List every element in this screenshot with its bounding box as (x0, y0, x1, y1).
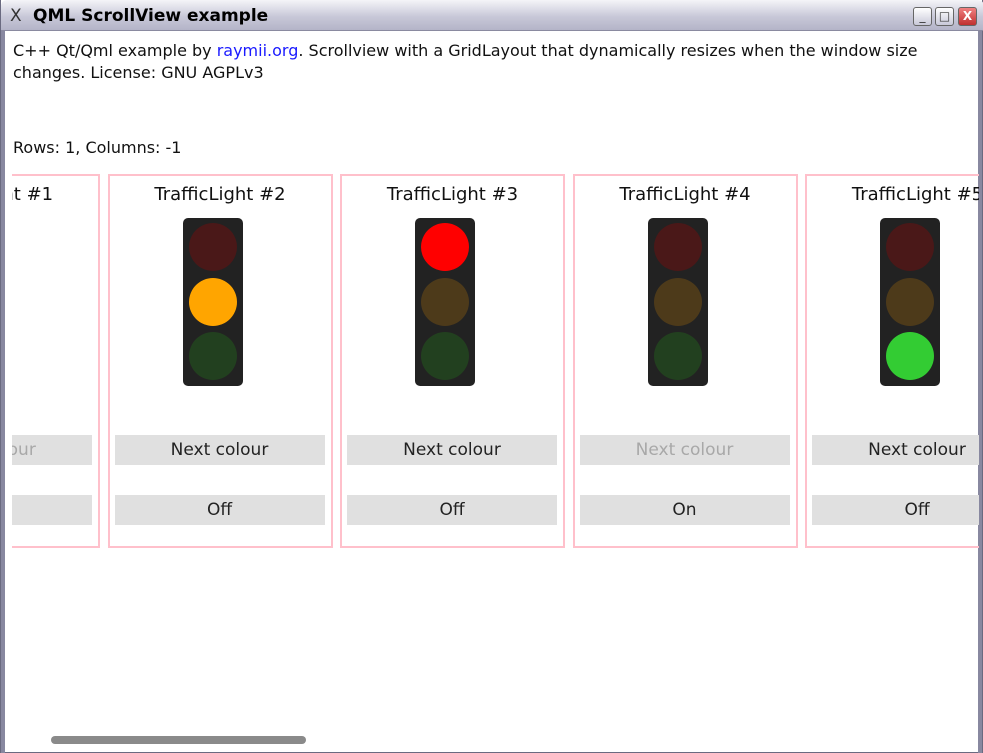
green-lamp (421, 332, 469, 380)
next-colour-button[interactable]: Next colour (114, 435, 325, 465)
traffic-light-housing (182, 218, 243, 386)
traffic-light-card: TrafficLight #4 Next colour On (572, 174, 798, 548)
amber-lamp (653, 278, 702, 326)
amber-lamp (421, 278, 469, 326)
raymii-link[interactable]: raymii.org (217, 41, 299, 60)
power-toggle-button[interactable]: On (579, 495, 790, 525)
power-toggle-button[interactable]: Off (812, 495, 979, 525)
next-colour-button[interactable]: Next colour (579, 435, 790, 465)
amber-lamp (188, 278, 237, 326)
green-lamp (886, 332, 934, 380)
power-toggle-button[interactable]: Off (114, 495, 325, 525)
horizontal-scrollbar[interactable] (51, 736, 306, 744)
title-bar[interactable]: X QML ScrollView example _ □ X (1, 0, 983, 31)
red-lamp (421, 223, 469, 271)
next-colour-button[interactable]: Next colour (347, 435, 557, 465)
traffic-light-housing (880, 218, 940, 386)
grid-status: Rows: 1, Columns: -1 (13, 138, 182, 157)
minimize-button[interactable]: _ (913, 7, 932, 26)
traffic-light-card: TrafficLight #2 Next colour Off (107, 174, 333, 548)
traffic-light-card: TrafficLight #5 Next colour Off (805, 174, 979, 548)
red-lamp (653, 223, 702, 271)
green-lamp (188, 332, 237, 380)
window-border-left (1, 31, 5, 753)
traffic-light-card: TrafficLight #3 Next colour Off (340, 174, 565, 548)
red-lamp (886, 223, 934, 271)
scroll-view[interactable]: TrafficLight #1 Next colour Off TrafficL… (12, 170, 979, 560)
red-lamp (188, 223, 237, 271)
power-toggle-button[interactable]: Off (347, 495, 557, 525)
maximize-button[interactable]: □ (935, 7, 954, 26)
window-title: QML ScrollView example (33, 6, 269, 26)
amber-lamp (886, 278, 934, 326)
traffic-light-housing (415, 218, 475, 386)
intro-prefix: C++ Qt/Qml example by (13, 41, 217, 60)
traffic-light-title: TrafficLight #2 (154, 184, 286, 205)
traffic-light-housing (647, 218, 708, 386)
close-button[interactable]: X (958, 7, 977, 26)
x11-icon: X (10, 6, 22, 26)
traffic-light-title: TrafficLight #4 (619, 184, 751, 205)
traffic-light-title: TrafficLight #1 (12, 184, 54, 205)
traffic-light-title: TrafficLight #3 (386, 184, 519, 205)
app-window: X QML ScrollView example _ □ X C++ Qt/Qm… (0, 0, 983, 753)
traffic-light-title: TrafficLight #5 (851, 184, 979, 205)
traffic-light-card: TrafficLight #1 Next colour Off (12, 174, 100, 548)
intro-text: C++ Qt/Qml example by raymii.org. Scroll… (13, 40, 963, 84)
next-colour-button[interactable]: Next colour (812, 435, 979, 465)
next-colour-button[interactable]: Next colour (12, 435, 92, 465)
green-lamp (653, 332, 702, 380)
power-toggle-button[interactable]: Off (12, 495, 92, 525)
